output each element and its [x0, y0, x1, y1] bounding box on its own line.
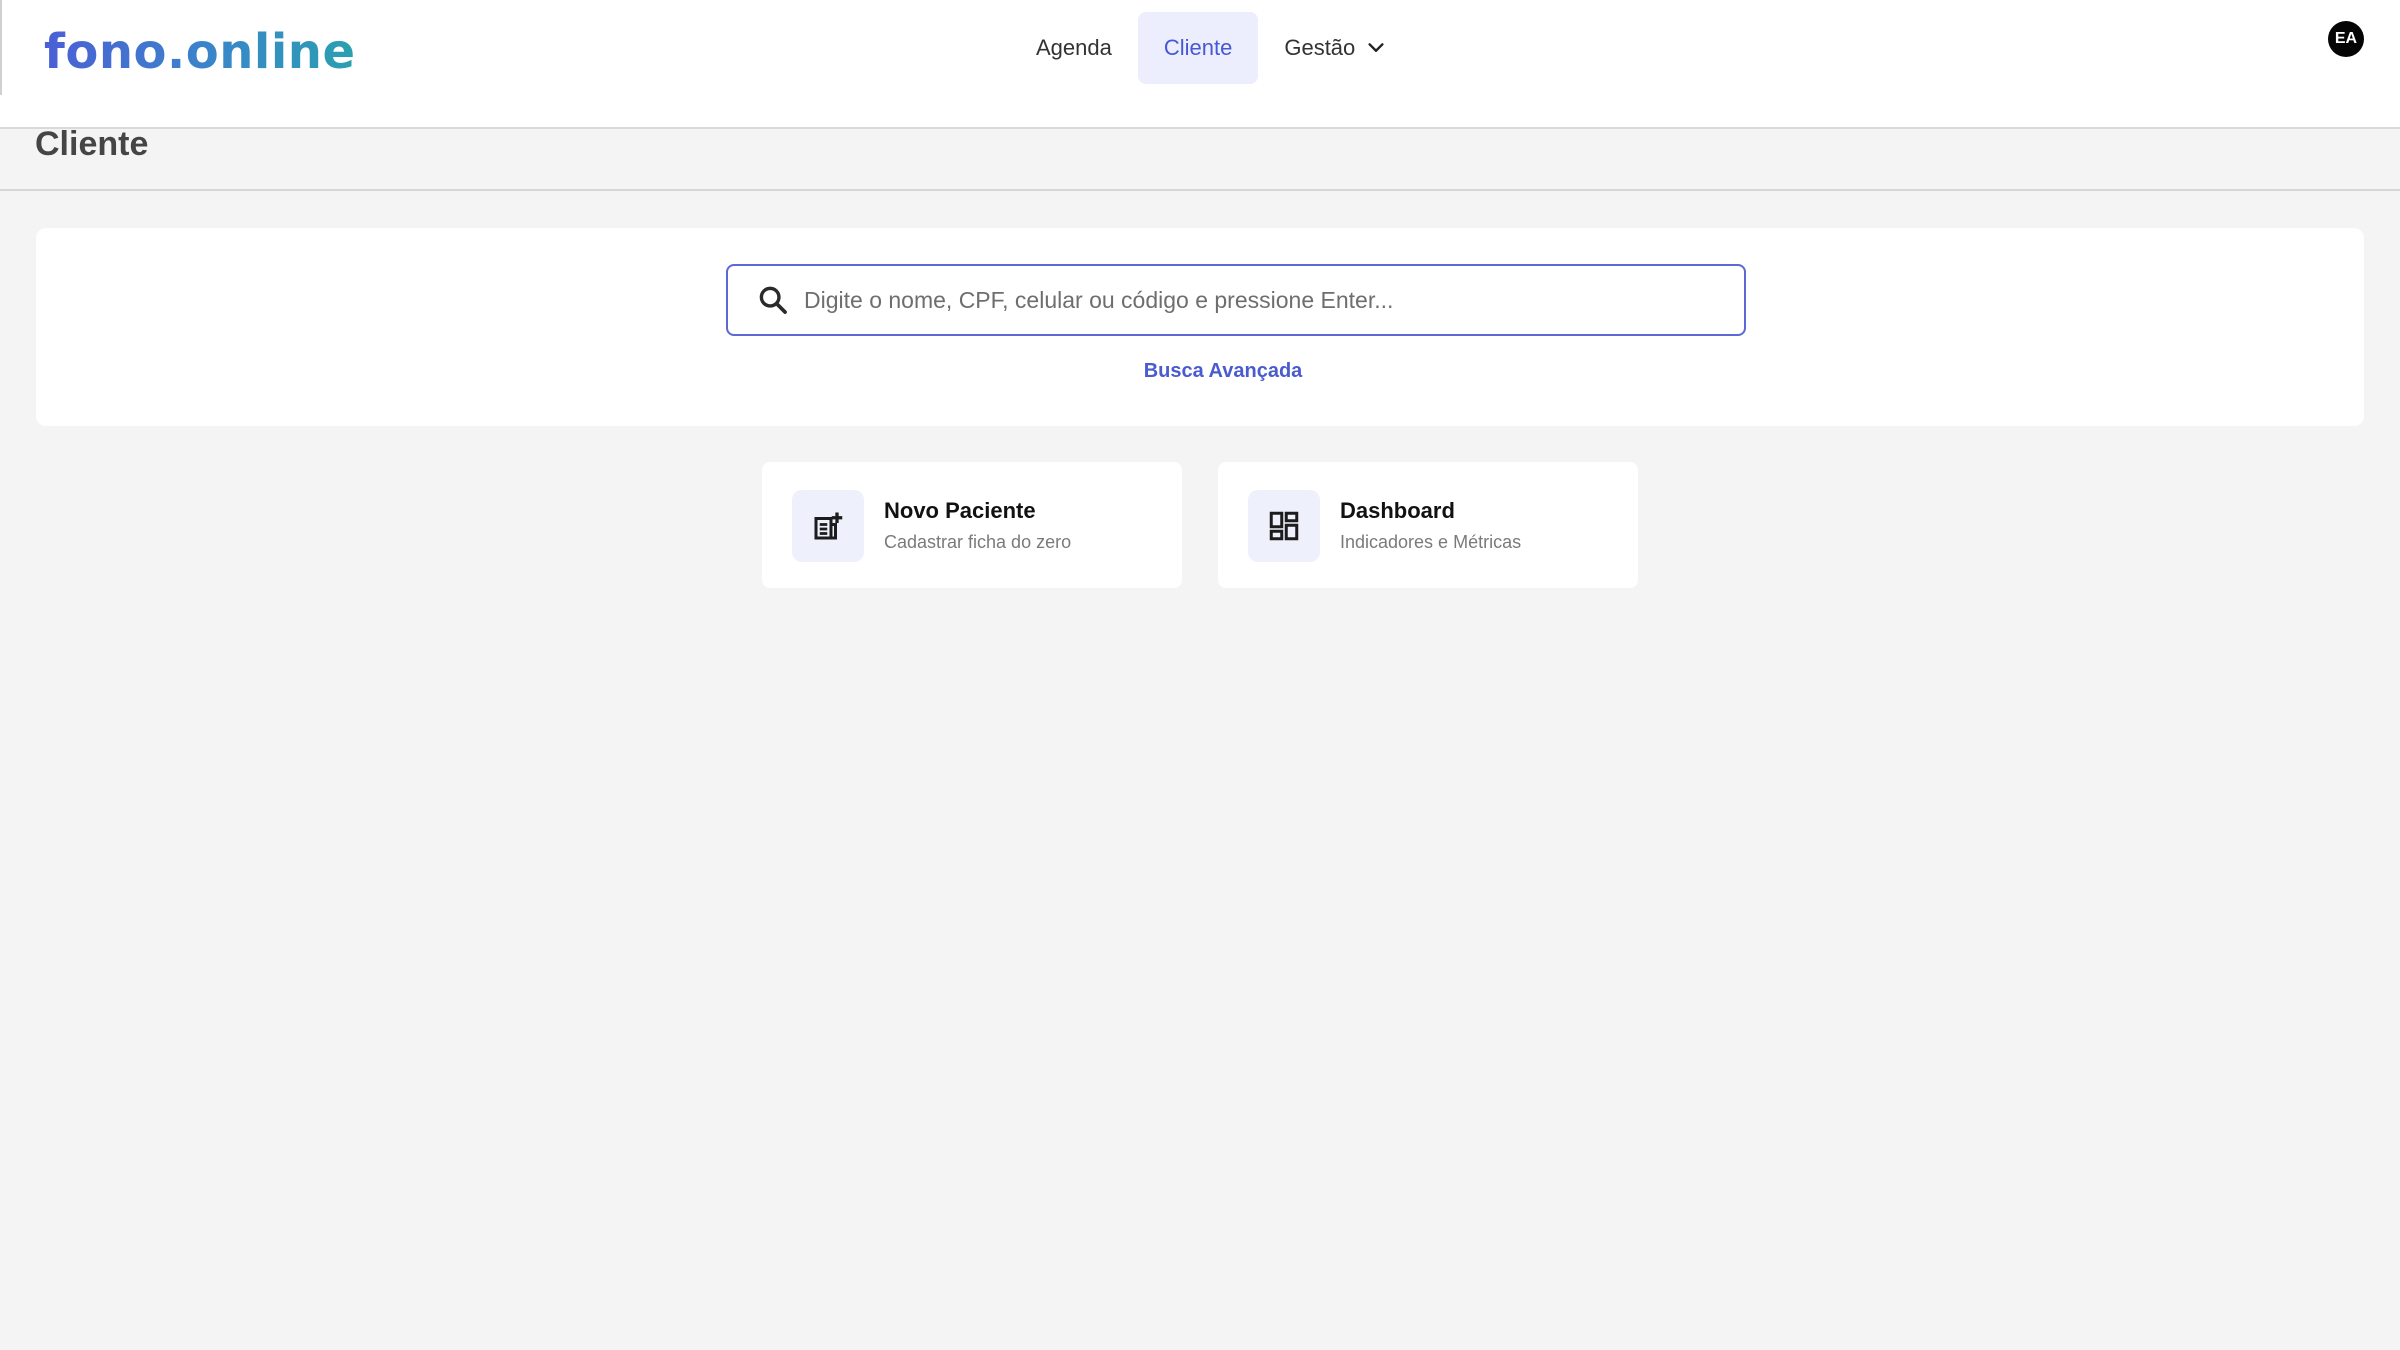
search-icon [759, 286, 787, 314]
dashboard-icon-box [1248, 490, 1320, 562]
app-logo[interactable]: fono.online [44, 22, 356, 82]
new-patient-card[interactable]: Novo Paciente Cadastrar ficha do zero [762, 462, 1182, 588]
advanced-search-link[interactable]: Busca Avançada [36, 360, 2400, 383]
top-navigation-bar: fono.online Agenda Cliente Gestão EA [0, 0, 2400, 129]
nav-item-label: Agenda [1036, 35, 1112, 60]
window-edge [0, 0, 2, 95]
dashboard-icon [1269, 511, 1299, 541]
search-card: Busca Avançada [36, 228, 2364, 426]
chevron-down-icon [1368, 43, 1384, 52]
search-box[interactable] [726, 264, 1746, 336]
card-subtitle: Cadastrar ficha do zero [884, 532, 1072, 552]
nav-item-cliente[interactable]: Cliente [1137, 12, 1259, 84]
nav-item-agenda[interactable]: Agenda [1010, 12, 1138, 84]
card-subtitle: Indicadores e Métricas [1340, 532, 1522, 552]
page-title: Cliente [35, 125, 149, 163]
note-add-icon [814, 512, 843, 540]
search-input[interactable] [804, 270, 1744, 330]
main-nav: Agenda Cliente Gestão [1010, 12, 1413, 84]
user-avatar[interactable]: EA [2328, 21, 2364, 57]
nav-item-label: Cliente [1163, 35, 1233, 60]
new-patient-icon-box [792, 490, 864, 562]
nav-item-gestao[interactable]: Gestão [1258, 12, 1413, 84]
dashboard-card[interactable]: Dashboard Indicadores e Métricas [1218, 462, 1638, 588]
page-title-bar: Cliente [0, 125, 2400, 191]
nav-item-label: Gestão [1284, 35, 1356, 60]
card-title: Novo Paciente [884, 498, 1036, 523]
card-title: Dashboard [1340, 498, 1455, 523]
